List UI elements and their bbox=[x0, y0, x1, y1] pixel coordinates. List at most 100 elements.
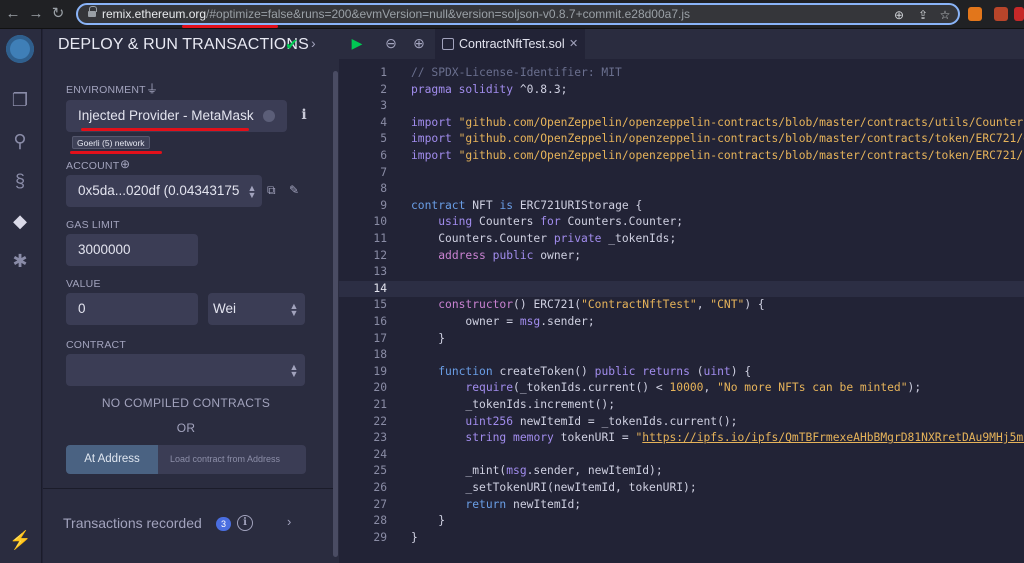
panel-scrollbar[interactable] bbox=[333, 71, 338, 557]
chevron-right-icon[interactable]: › bbox=[287, 514, 291, 529]
tab-contractnfttest[interactable]: ContractNftTest.sol ✕ bbox=[435, 29, 585, 59]
code-line[interactable]: 29} bbox=[339, 530, 1024, 547]
line-number: 20 bbox=[373, 381, 387, 395]
forward-arrow-icon[interactable]: → bbox=[28, 6, 44, 22]
run-icon[interactable]: ▶ bbox=[349, 35, 365, 52]
at-address-button[interactable]: At Address bbox=[66, 445, 158, 474]
code-line[interactable]: 20 require(_tokenIds.current() < 10000, … bbox=[339, 380, 1024, 397]
line-number: 17 bbox=[373, 331, 387, 345]
edit-icon[interactable]: ✎ bbox=[289, 183, 299, 197]
code-line[interactable]: 25 _mint(msg.sender, newItemId); bbox=[339, 463, 1024, 480]
contract-select[interactable] bbox=[66, 354, 305, 386]
code-editor: ▶ ⊖ ⊕ ContractNftTest.sol ✕ 1 // SPDX-Lic… bbox=[339, 29, 1024, 563]
code-text: uint256 newItemId = _tokenIds.current(); bbox=[465, 414, 738, 428]
code-line[interactable]: 22 uint256 newItemId = _tokenIds.current… bbox=[339, 414, 1024, 431]
close-icon[interactable]: ✕ bbox=[569, 37, 578, 50]
lock-icon bbox=[88, 6, 97, 19]
url-annotation-underline bbox=[182, 25, 278, 28]
code-line[interactable]: 5 import "github.com/OpenZeppelin/openzep… bbox=[339, 131, 1024, 148]
bookmark-star-icon[interactable]: ☆ bbox=[938, 8, 952, 22]
compiler-icon[interactable]: § bbox=[9, 170, 31, 192]
transactions-recorded-label[interactable]: Transactions recorded bbox=[63, 515, 202, 531]
info-circle-icon[interactable]: i bbox=[237, 515, 253, 531]
line-number: 26 bbox=[373, 481, 387, 494]
code-line[interactable]: 4 import "github.com/OpenZeppelin/openzep… bbox=[339, 115, 1024, 132]
metamask-extension-icon[interactable] bbox=[968, 7, 982, 21]
gas-limit-input[interactable]: 3000000 bbox=[66, 234, 198, 266]
code-line[interactable]: 7 bbox=[339, 165, 1024, 182]
code-line[interactable]: 3 bbox=[339, 98, 1024, 115]
file-explorer-icon[interactable]: ❐ bbox=[9, 89, 31, 111]
debugger-icon[interactable]: ✱ bbox=[9, 250, 31, 272]
plus-circle-icon[interactable]: ⊕ bbox=[120, 157, 130, 171]
line-number: 14 bbox=[373, 281, 387, 295]
code-text: require(_tokenIds.current() < 10000, "No… bbox=[465, 381, 922, 395]
back-arrow-icon[interactable]: ← bbox=[5, 6, 21, 22]
code-line[interactable]: 16 owner = msg.sender; bbox=[339, 314, 1024, 331]
code-line[interactable]: 18 bbox=[339, 347, 1024, 364]
value-label: VALUE bbox=[66, 278, 101, 290]
editor-toolbar: ▶ ⊖ ⊕ ContractNftTest.sol ✕ bbox=[339, 29, 1024, 59]
check-icon: ✔ bbox=[285, 37, 299, 54]
chevron-right-icon[interactable]: › bbox=[311, 35, 316, 51]
code-line[interactable]: 13 bbox=[339, 264, 1024, 281]
remix-logo-icon[interactable] bbox=[6, 35, 34, 63]
extension-icon-2[interactable] bbox=[1014, 7, 1024, 21]
address-bar[interactable]: remix.ethereum.org/#optimize=false&runs=… bbox=[76, 3, 960, 28]
code-text: address public owner; bbox=[438, 248, 582, 262]
settings-plug-icon[interactable]: ⚡ bbox=[9, 529, 31, 551]
line-number: 6 bbox=[380, 149, 387, 162]
account-select[interactable]: 0x5da...020df (0.04343175 bbox=[66, 175, 262, 207]
code-line[interactable]: 19 function createToken() public returns… bbox=[339, 364, 1024, 381]
info-icon[interactable]: i bbox=[298, 107, 310, 123]
line-number: 27 bbox=[373, 497, 387, 511]
zoom-out-icon[interactable]: ⊖ bbox=[383, 35, 399, 52]
code-line[interactable]: 8 bbox=[339, 181, 1024, 198]
line-number: 19 bbox=[373, 364, 387, 378]
zoom-icon[interactable]: ⊕ bbox=[892, 8, 906, 22]
extension-icon[interactable] bbox=[994, 7, 1008, 21]
code-text: // SPDX-License-Identifier: MIT bbox=[411, 66, 622, 79]
code-line[interactable]: 15 constructor() ERC721("ContractNftTest… bbox=[339, 297, 1024, 314]
code-line[interactable]: 6 import "github.com/OpenZeppelin/openzep… bbox=[339, 148, 1024, 165]
chevron-updown-icon: ▲ ▼ bbox=[247, 183, 257, 200]
line-number: 3 bbox=[380, 99, 387, 113]
code-text: } bbox=[411, 331, 446, 345]
deploy-icon[interactable]: ◆ bbox=[9, 210, 31, 232]
load-address-input[interactable]: Load contract from Address bbox=[158, 445, 306, 474]
line-number: 4 bbox=[380, 115, 387, 129]
code-line[interactable]: 10 using Counters for Counters.Counter; bbox=[339, 214, 1024, 231]
chevron-updown-icon: ▲ ▼ bbox=[289, 301, 299, 318]
code-line[interactable]: 17 } bbox=[339, 331, 1024, 348]
environment-label: ENVIRONMENT bbox=[66, 84, 146, 96]
code-text: } bbox=[411, 514, 446, 528]
tab-label: ContractNftTest.sol bbox=[459, 37, 565, 51]
code-line[interactable]: 28 } bbox=[339, 513, 1024, 530]
code-line[interactable]: 23 string memory tokenURI = "https://ipf… bbox=[339, 430, 1024, 447]
code-text: import "github.com/OpenZeppelin/openzepp… bbox=[411, 115, 1024, 129]
search-icon[interactable]: ⚲ bbox=[9, 130, 31, 152]
code-line[interactable]: 27 return newItemId; bbox=[339, 497, 1024, 514]
share-icon[interactable]: ⇪ bbox=[916, 8, 930, 22]
code-line[interactable]: 9 contract NFT is ERC721URIStorage { bbox=[339, 198, 1024, 215]
code-line[interactable]: 12 address public owner; bbox=[339, 248, 1024, 265]
code-line[interactable]: 11 Counters.Counter private _tokenIds; bbox=[339, 231, 1024, 248]
zoom-in-icon[interactable]: ⊕ bbox=[411, 35, 427, 52]
code-line[interactable]: 26 _setTokenURI(newItemId, tokenURI); bbox=[339, 480, 1024, 497]
reload-icon[interactable]: ↻ bbox=[50, 6, 66, 22]
code-line[interactable]: 14 bbox=[339, 280, 1024, 298]
code-line[interactable]: 1 // SPDX-License-Identifier: MIT bbox=[339, 65, 1024, 82]
code-line[interactable]: 2 pragma solidity ^0.8.3; bbox=[339, 82, 1024, 99]
code-area[interactable]: 1 // SPDX-License-Identifier: MIT 2 pragma … bbox=[339, 59, 1024, 563]
code-text: _setTokenURI(newItemId, tokenURI); bbox=[411, 481, 697, 494]
value-input[interactable]: 0 bbox=[66, 293, 198, 325]
panel-title: DEPLOY & RUN TRANSACTIONS bbox=[58, 36, 309, 53]
account-label: ACCOUNT bbox=[66, 160, 120, 172]
code-line[interactable]: 24 bbox=[339, 447, 1024, 464]
copy-icon[interactable]: ⧉ bbox=[267, 183, 276, 198]
no-compiled-contracts-text: NO COMPILED CONTRACTS bbox=[101, 396, 271, 410]
code-line[interactable]: 21 _tokenIds.increment(); bbox=[339, 397, 1024, 414]
line-number: 7 bbox=[380, 165, 387, 179]
line-number: 1 bbox=[380, 66, 387, 79]
code-text: Counters.Counter private _tokenIds; bbox=[411, 232, 677, 245]
